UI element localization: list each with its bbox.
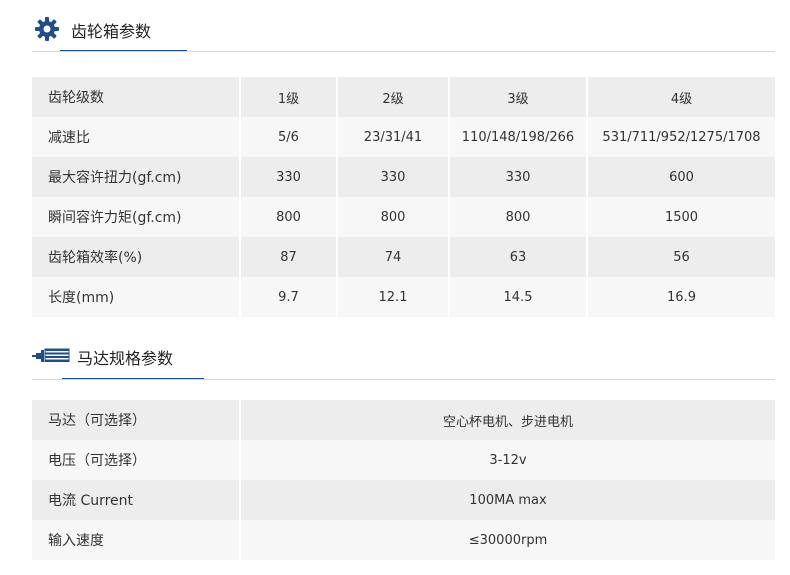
motor-row-label: 输入速度 [32, 520, 241, 560]
gearbox-cell: 800 [337, 197, 450, 237]
gearbox-cell: 87 [240, 237, 338, 277]
gearbox-cell: 5/6 [240, 117, 338, 157]
gearbox-cell: 800 [449, 197, 588, 237]
gearbox-cell: 74 [337, 237, 450, 277]
motor-row-label: 电流 Current [32, 480, 241, 520]
gear-icon [34, 16, 60, 46]
motor-cell: 3-12v [240, 440, 775, 480]
gearbox-row: 最大容许扭力(gf.cm) 330 330 330 600 [32, 157, 775, 197]
gearbox-cell: 9.7 [240, 277, 338, 317]
gearbox-section-header: 齿轮箱参数 [32, 8, 775, 52]
motor-row-label: 马达（可选择） [32, 400, 241, 440]
gearbox-spec-table: 齿轮级数 1级 2级 3级 4级 减速比 5/6 23/31/41 110/148/198/26… [32, 77, 775, 317]
gearbox-cell: 2级 [337, 77, 450, 117]
gearbox-section-title: 齿轮箱参数 [71, 22, 152, 41]
motor-section-title: 马达规格参数 [77, 349, 174, 368]
gearbox-cell: 12.1 [337, 277, 450, 317]
gearbox-cell: 600 [587, 157, 775, 197]
motor-section-header: 马达规格参数 [32, 336, 775, 380]
motor-divider [32, 379, 775, 380]
gearbox-row-label: 齿轮级数 [32, 77, 241, 117]
gearbox-divider [32, 51, 775, 52]
gearbox-cell: 4级 [587, 77, 775, 117]
motor-row: 马达（可选择） 空心杯电机、步进电机 [32, 400, 775, 440]
motor-row: 电压（可选择） 3-12v [32, 440, 775, 480]
gearbox-row-label: 齿轮箱效率(%) [32, 237, 241, 277]
gearbox-cell: 531/711/952/1275/1708 [587, 117, 775, 157]
gearbox-cell: 110/148/198/266 [449, 117, 588, 157]
gearbox-row-label: 长度(mm) [32, 277, 241, 317]
gearbox-cell: 330 [240, 157, 338, 197]
gearbox-row: 瞬间容许力矩(gf.cm) 800 800 800 1500 [32, 197, 775, 237]
gearbox-cell: 63 [449, 237, 588, 277]
motor-icon [32, 348, 70, 368]
gearbox-row-label: 减速比 [32, 117, 241, 157]
gearbox-cell: 56 [587, 237, 775, 277]
motor-spec-table: 马达（可选择） 空心杯电机、步进电机 电压（可选择） 3-12v 电流 Current 1… [32, 400, 775, 560]
motor-row: 电流 Current 100MA max [32, 480, 775, 520]
gearbox-row: 齿轮箱效率(%) 87 74 63 56 [32, 237, 775, 277]
gearbox-row-label: 瞬间容许力矩(gf.cm) [32, 197, 241, 237]
gearbox-cell: 16.9 [587, 277, 775, 317]
motor-row: 输入速度 ≤30000rpm [32, 520, 775, 560]
motor-cell: 100MA max [240, 480, 775, 520]
gearbox-row: 减速比 5/6 23/31/41 110/148/198/266 531/711/952… [32, 117, 775, 157]
gearbox-cell: 1级 [240, 77, 338, 117]
gearbox-cell: 330 [449, 157, 588, 197]
gearbox-cell: 3级 [449, 77, 588, 117]
gearbox-cell: 14.5 [449, 277, 588, 317]
gearbox-cell: 800 [240, 197, 338, 237]
gearbox-row: 长度(mm) 9.7 12.1 14.5 16.9 [32, 277, 775, 317]
gearbox-cell: 1500 [587, 197, 775, 237]
gearbox-row-label: 最大容许扭力(gf.cm) [32, 157, 241, 197]
gearbox-row: 齿轮级数 1级 2级 3级 4级 [32, 77, 775, 117]
motor-cell: 空心杯电机、步进电机 [240, 400, 775, 440]
gearbox-cell: 23/31/41 [337, 117, 450, 157]
motor-row-label: 电压（可选择） [32, 440, 241, 480]
motor-cell: ≤30000rpm [240, 520, 775, 560]
gearbox-cell: 330 [337, 157, 450, 197]
